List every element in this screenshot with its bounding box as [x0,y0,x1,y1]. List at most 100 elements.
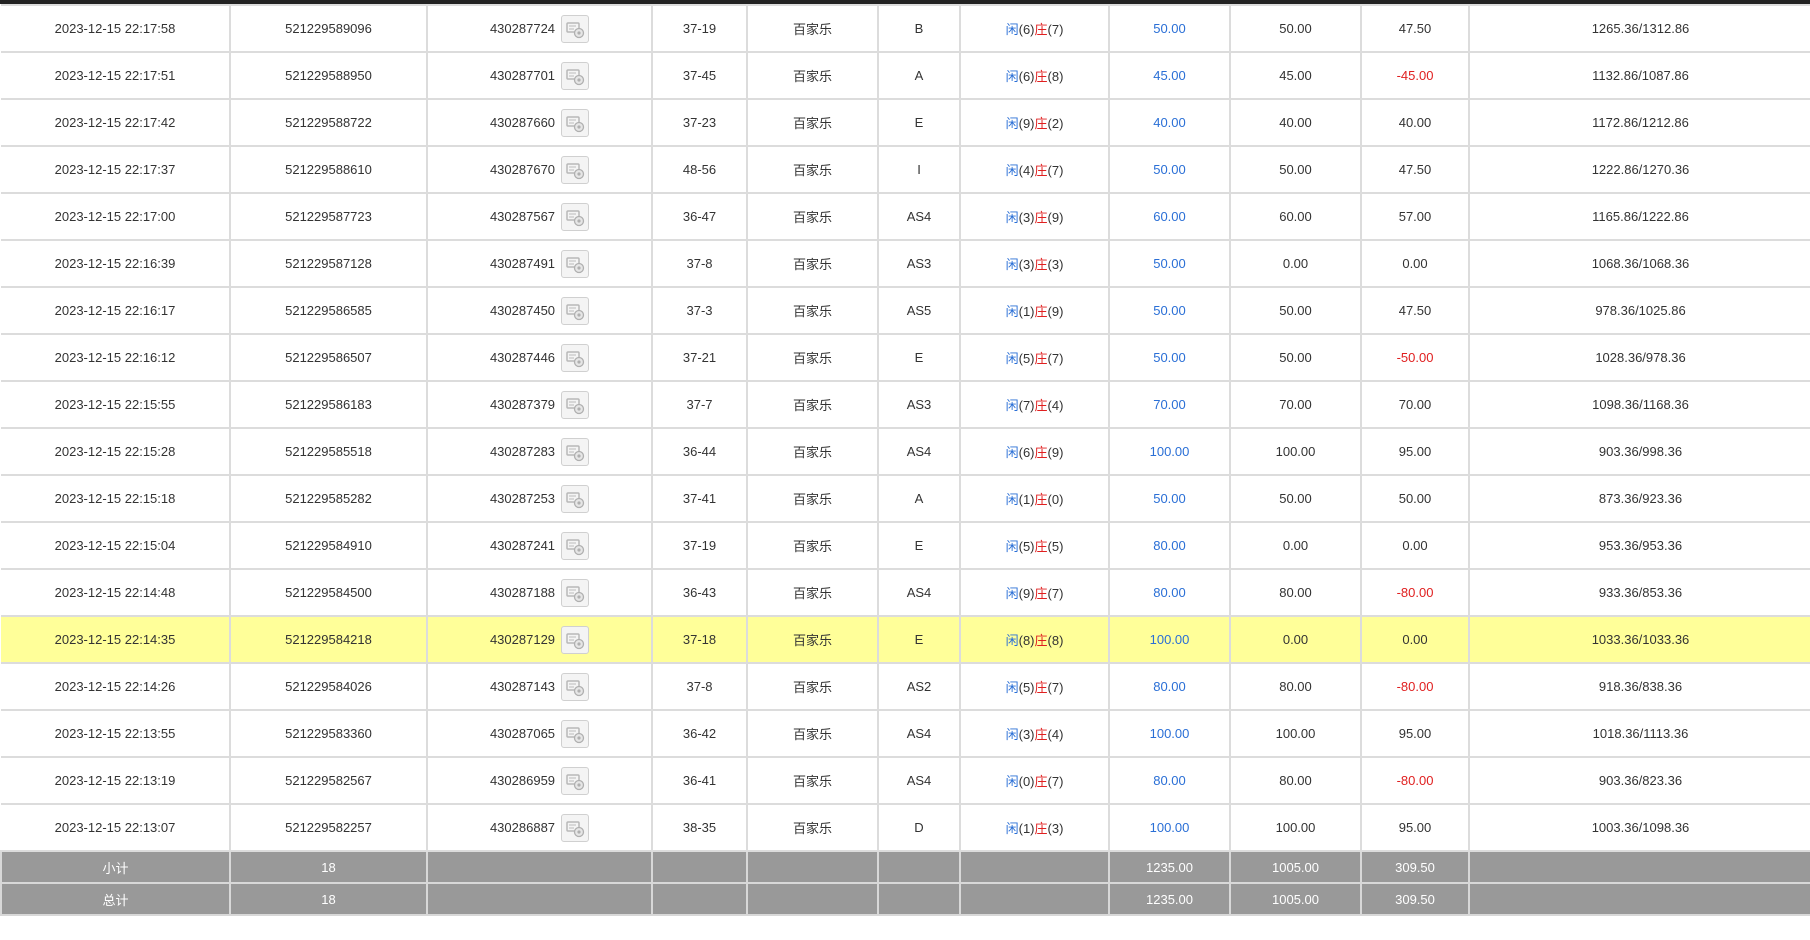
chip-detail-icon[interactable] [561,813,590,842]
player-label: 闲 [1005,116,1019,131]
player-points: (0) [1018,774,1035,789]
round-id: 430287253 [489,491,556,506]
round-id: 430287701 [489,68,556,83]
bet-amount: 100.00 [1108,709,1231,758]
player-label: 闲 [1005,445,1019,460]
chip-detail-icon[interactable] [561,672,590,701]
round-cell: 430287724 [426,4,653,53]
banker-points: (7) [1047,586,1064,601]
chip-detail-icon[interactable] [561,766,590,795]
player-label: 闲 [1005,69,1019,84]
bet-id: 521229584500 [229,568,428,617]
bet-amount: 50.00 [1108,333,1231,382]
chip-detail-icon[interactable] [561,14,590,43]
player-points: (1) [1018,304,1035,319]
player-points: (1) [1018,492,1035,507]
win-loss: 47.50 [1360,145,1470,194]
game-name: 百家乐 [746,145,879,194]
game-name: 百家乐 [746,521,879,570]
balance-change: 978.36/1025.86 [1468,286,1810,335]
round-id: 430287670 [489,162,556,177]
chip-detail-icon[interactable] [561,390,590,419]
player-points: (6) [1018,22,1035,37]
chip-detail-icon[interactable] [561,531,590,560]
chip-detail-icon[interactable] [561,61,590,90]
shoe-number: 36-44 [651,427,748,476]
banker-label: 庄 [1034,69,1048,84]
bet-amount: 80.00 [1108,521,1231,570]
chip-detail-icon[interactable] [561,249,590,278]
table-row: 2023-12-15 22:15:18 521229585282 430287253… [1,474,1810,523]
banker-label: 庄 [1034,22,1048,37]
valid-bet: 60.00 [1229,192,1362,241]
bet-id: 521229586585 [229,286,428,335]
chip-detail-icon[interactable] [561,155,590,184]
win-loss: 0.00 [1360,239,1470,288]
banker-label: 庄 [1034,257,1048,272]
game-name: 百家乐 [746,98,879,147]
banker-points: (7) [1047,351,1064,366]
bet-time: 2023-12-15 22:15:04 [1,521,231,570]
chip-detail-icon[interactable] [561,484,590,513]
banker-label: 庄 [1034,116,1048,131]
win-loss: 50.00 [1360,474,1470,523]
table-name: AS4 [877,192,961,241]
game-name: 百家乐 [746,427,879,476]
bet-time: 2023-12-15 22:17:00 [1,192,231,241]
banker-label: 庄 [1034,774,1048,789]
banker-points: (9) [1047,210,1064,225]
balance-change: 1165.86/1222.86 [1468,192,1810,241]
total-bet: 1235.00 [1108,882,1231,916]
round-cell: 430287567 [426,192,653,241]
round-result: 闲(4)庄(7) [959,145,1110,194]
shoe-number: 36-47 [651,192,748,241]
player-points: (8) [1018,633,1035,648]
round-result: 闲(6)庄(7) [959,4,1110,53]
round-id: 430287241 [489,538,556,553]
table-name: AS5 [877,286,961,335]
shoe-number: 36-42 [651,709,748,758]
round-id: 430287283 [489,444,556,459]
round-id: 430286887 [489,820,556,835]
round-result: 闲(3)庄(9) [959,192,1110,241]
win-loss: 0.00 [1360,615,1470,664]
round-cell: 430286959 [426,756,653,805]
chip-detail-icon[interactable] [561,108,590,137]
chip-detail-icon[interactable] [561,437,590,466]
banker-points: (5) [1047,539,1064,554]
banker-points: (4) [1047,398,1064,413]
bet-amount: 100.00 [1108,427,1231,476]
total-win: 309.50 [1360,882,1470,916]
chip-detail-icon[interactable] [561,296,590,325]
round-cell: 430286887 [426,803,653,852]
chip-detail-icon[interactable] [561,719,590,748]
table-name: E [877,333,961,382]
bet-amount: 50.00 [1108,145,1231,194]
shoe-number: 37-8 [651,662,748,711]
chip-detail-icon[interactable] [561,343,590,372]
valid-bet: 50.00 [1229,286,1362,335]
round-result: 闲(5)庄(5) [959,521,1110,570]
banker-points: (7) [1047,774,1064,789]
chip-detail-icon[interactable] [561,578,590,607]
balance-change: 1265.36/1312.86 [1468,4,1810,53]
balance-change: 903.36/998.36 [1468,427,1810,476]
bet-id: 521229583360 [229,709,428,758]
subtotal-win: 309.50 [1360,850,1470,884]
bet-time: 2023-12-15 22:17:58 [1,4,231,53]
game-name: 百家乐 [746,51,879,100]
bet-time: 2023-12-15 22:16:17 [1,286,231,335]
game-name: 百家乐 [746,333,879,382]
round-result: 闲(0)庄(7) [959,756,1110,805]
game-name: 百家乐 [746,615,879,664]
table-name: I [877,145,961,194]
chip-detail-icon[interactable] [561,202,590,231]
player-points: (6) [1018,445,1035,460]
player-label: 闲 [1005,304,1019,319]
bet-id: 521229589096 [229,4,428,53]
bet-amount: 80.00 [1108,568,1231,617]
table-name: E [877,615,961,664]
round-id: 430287724 [489,21,556,36]
chip-detail-icon[interactable] [561,625,590,654]
shoe-number: 37-45 [651,51,748,100]
